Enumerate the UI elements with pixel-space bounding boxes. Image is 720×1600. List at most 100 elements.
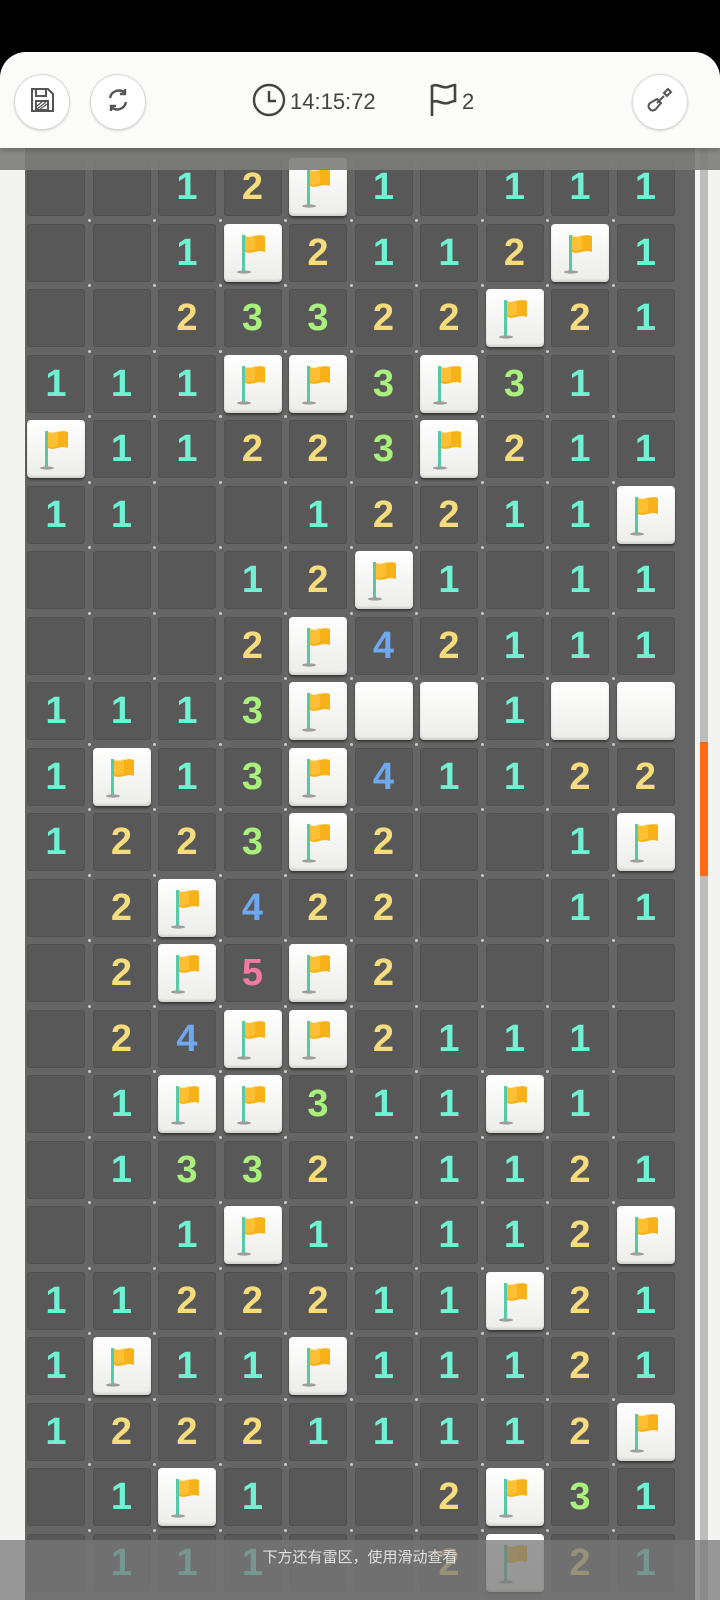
number-cell[interactable]: 1 <box>485 1337 544 1395</box>
number-cell[interactable]: 1 <box>92 1075 151 1133</box>
number-cell[interactable]: 3 <box>289 289 347 347</box>
number-cell[interactable]: 3 <box>485 354 544 413</box>
flagged-cell[interactable] <box>616 485 675 544</box>
empty-cell[interactable] <box>92 551 151 609</box>
flagged-cell[interactable] <box>616 1402 675 1461</box>
number-cell[interactable]: 1 <box>92 1140 151 1199</box>
number-cell[interactable]: 1 <box>485 1009 544 1068</box>
flagged-cell[interactable] <box>354 551 413 609</box>
number-cell[interactable]: 1 <box>354 1075 413 1133</box>
number-cell[interactable]: 1 <box>616 1468 675 1526</box>
flagged-cell[interactable] <box>223 1009 282 1068</box>
empty-cell[interactable] <box>27 223 85 282</box>
number-cell[interactable]: 1 <box>485 616 544 675</box>
empty-cell[interactable] <box>92 1206 151 1264</box>
number-cell[interactable]: 2 <box>551 1402 609 1461</box>
number-cell[interactable]: 2 <box>354 878 413 937</box>
unrevealed-cell[interactable] <box>551 682 609 740</box>
empty-cell[interactable] <box>420 944 478 1002</box>
flagged-cell[interactable] <box>289 813 347 871</box>
number-cell[interactable]: 2 <box>616 747 675 806</box>
number-cell[interactable]: 2 <box>485 420 544 478</box>
flagged-cell[interactable] <box>289 1009 347 1068</box>
flagged-cell[interactable] <box>289 1337 347 1395</box>
number-cell[interactable]: 1 <box>92 485 151 544</box>
number-cell[interactable]: 2 <box>354 813 413 871</box>
empty-cell[interactable] <box>92 223 151 282</box>
number-cell[interactable]: 1 <box>485 1206 544 1264</box>
number-cell[interactable]: 2 <box>92 1009 151 1068</box>
flagged-cell[interactable] <box>92 747 151 806</box>
number-cell[interactable]: 2 <box>354 289 413 347</box>
number-cell[interactable]: 1 <box>158 1337 216 1395</box>
empty-cell[interactable] <box>354 1140 413 1199</box>
empty-cell[interactable] <box>27 289 85 347</box>
number-cell[interactable]: 1 <box>420 1075 478 1133</box>
flagged-cell[interactable] <box>289 747 347 806</box>
number-cell[interactable]: 2 <box>485 223 544 282</box>
empty-cell[interactable] <box>158 485 216 544</box>
number-cell[interactable]: 1 <box>420 1206 478 1264</box>
number-cell[interactable]: 1 <box>551 1009 609 1068</box>
number-cell[interactable]: 1 <box>616 223 675 282</box>
number-cell[interactable]: 1 <box>158 747 216 806</box>
number-cell[interactable]: 2 <box>92 1402 151 1461</box>
number-cell[interactable]: 1 <box>289 485 347 544</box>
number-cell[interactable]: 1 <box>27 1337 85 1395</box>
number-cell[interactable]: 2 <box>289 1140 347 1199</box>
number-cell[interactable]: 3 <box>223 813 282 871</box>
number-cell[interactable]: 1 <box>551 354 609 413</box>
flagged-cell[interactable] <box>223 354 282 413</box>
flagged-cell[interactable] <box>616 813 675 871</box>
number-cell[interactable]: 1 <box>616 616 675 675</box>
number-cell[interactable]: 3 <box>289 1075 347 1133</box>
number-cell[interactable]: 1 <box>223 1468 282 1526</box>
number-cell[interactable]: 1 <box>616 1337 675 1395</box>
number-cell[interactable]: 1 <box>420 223 478 282</box>
empty-cell[interactable] <box>223 485 282 544</box>
number-cell[interactable]: 2 <box>289 878 347 937</box>
unrevealed-cell[interactable] <box>354 682 413 740</box>
flagged-cell[interactable] <box>289 682 347 740</box>
number-cell[interactable]: 1 <box>92 1271 151 1330</box>
unrevealed-cell[interactable] <box>616 682 675 740</box>
number-cell[interactable]: 2 <box>289 1271 347 1330</box>
number-cell[interactable]: 2 <box>354 485 413 544</box>
flagged-cell[interactable] <box>485 1271 544 1330</box>
empty-cell[interactable] <box>616 354 675 413</box>
number-cell[interactable]: 1 <box>27 747 85 806</box>
number-cell[interactable]: 2 <box>551 289 609 347</box>
number-cell[interactable]: 1 <box>616 551 675 609</box>
number-cell[interactable]: 1 <box>616 1271 675 1330</box>
number-cell[interactable]: 1 <box>289 1206 347 1264</box>
empty-cell[interactable] <box>616 1009 675 1068</box>
number-cell[interactable]: 1 <box>551 616 609 675</box>
number-cell[interactable]: 1 <box>158 682 216 740</box>
empty-cell[interactable] <box>27 1009 85 1068</box>
number-cell[interactable]: 2 <box>92 878 151 937</box>
number-cell[interactable]: 1 <box>551 485 609 544</box>
number-cell[interactable]: 2 <box>551 1206 609 1264</box>
number-cell[interactable]: 1 <box>27 813 85 871</box>
number-cell[interactable]: 1 <box>354 1402 413 1461</box>
minefield-board[interactable]: 1211111211212332221111331112232111112211… <box>25 148 695 1600</box>
empty-cell[interactable] <box>616 944 675 1002</box>
number-cell[interactable]: 1 <box>485 1140 544 1199</box>
flagged-cell[interactable] <box>485 1075 544 1133</box>
number-cell[interactable]: 2 <box>354 944 413 1002</box>
number-cell[interactable]: 2 <box>551 1271 609 1330</box>
number-cell[interactable]: 2 <box>223 420 282 478</box>
number-cell[interactable]: 1 <box>223 551 282 609</box>
number-cell[interactable]: 1 <box>27 354 85 413</box>
number-cell[interactable]: 1 <box>485 747 544 806</box>
number-cell[interactable]: 2 <box>92 813 151 871</box>
number-cell[interactable]: 3 <box>354 420 413 478</box>
empty-cell[interactable] <box>485 878 544 937</box>
flagged-cell[interactable] <box>551 223 609 282</box>
number-cell[interactable]: 2 <box>551 747 609 806</box>
empty-cell[interactable] <box>27 551 85 609</box>
empty-cell[interactable] <box>27 1075 85 1133</box>
number-cell[interactable]: 1 <box>616 289 675 347</box>
empty-cell[interactable] <box>27 1206 85 1264</box>
empty-cell[interactable] <box>551 944 609 1002</box>
